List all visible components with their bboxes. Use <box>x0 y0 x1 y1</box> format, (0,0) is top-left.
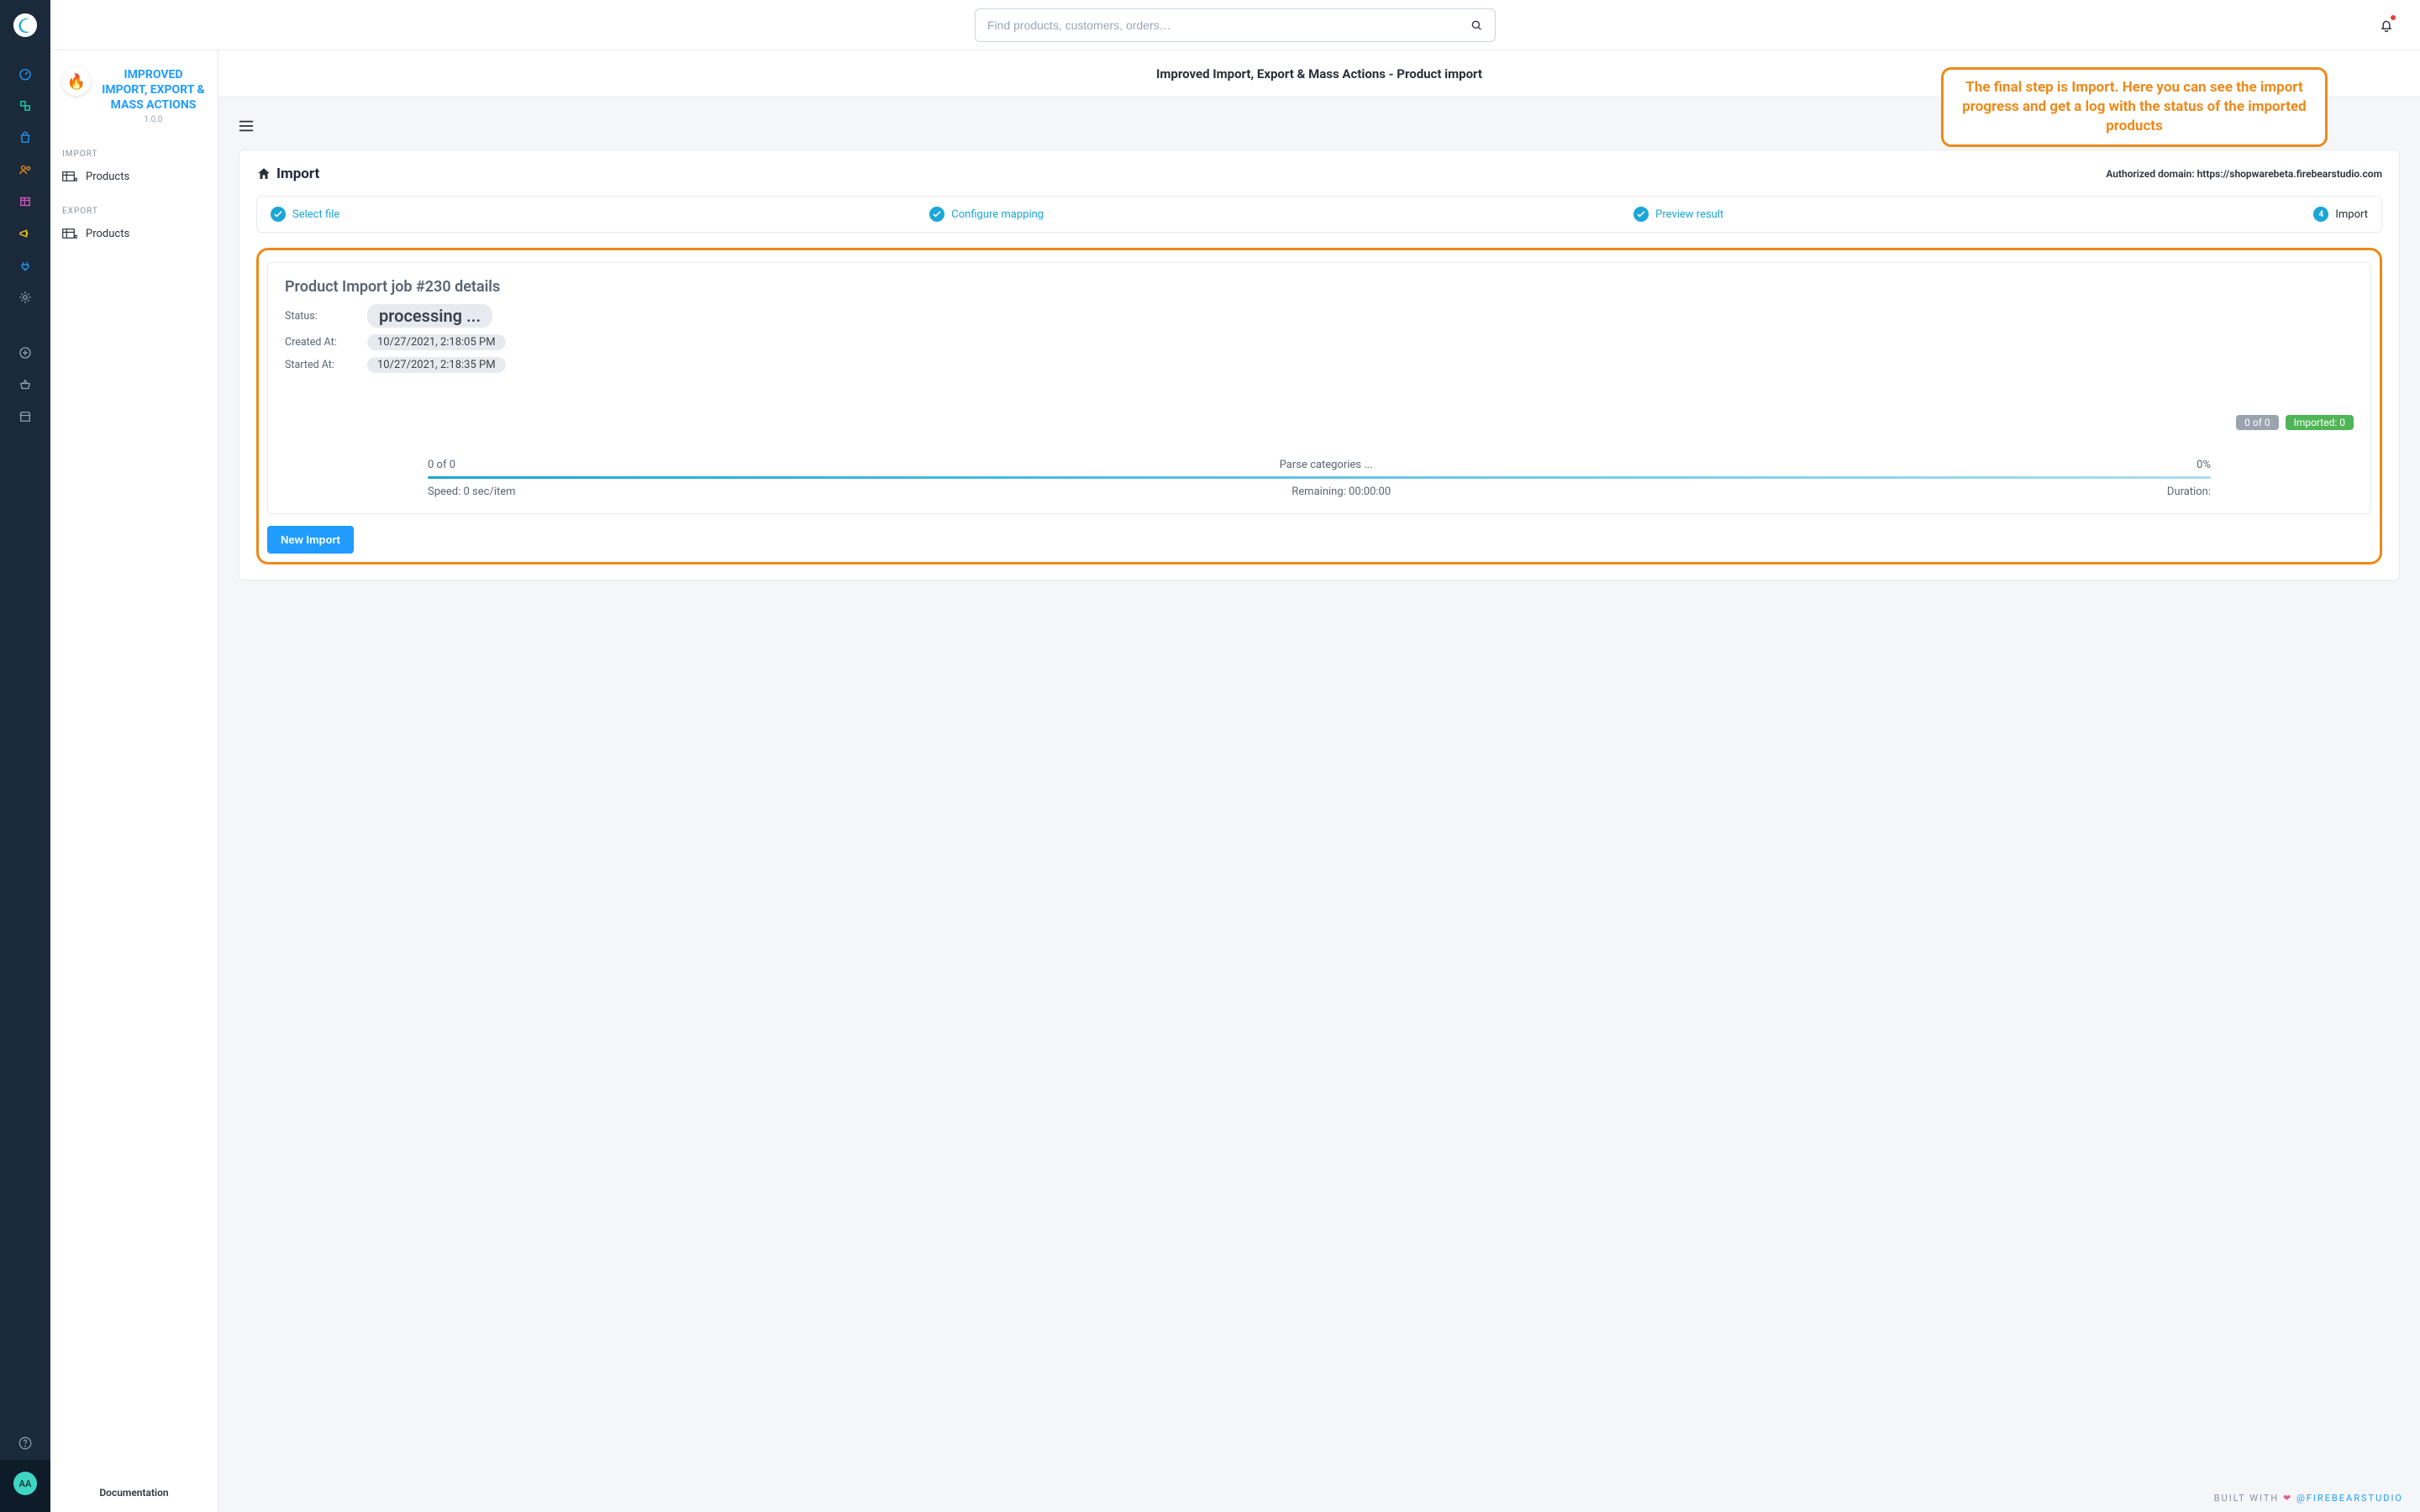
import-stepper: Select file Configure mapping Preview re… <box>256 196 2382 233</box>
step-configure-mapping[interactable]: Configure mapping <box>929 207 1044 222</box>
sidebar-item-export-products[interactable]: Products <box>50 221 218 247</box>
count-chip: 0 of 0 <box>2236 415 2278 430</box>
step-number-badge: 4 <box>2313 207 2328 222</box>
progress-bar <box>428 476 2211 479</box>
help-icon[interactable] <box>0 1428 50 1458</box>
gauge-icon[interactable] <box>0 59 50 89</box>
users-icon[interactable] <box>0 155 50 185</box>
check-icon <box>1634 207 1649 222</box>
sidebar-item-label: Products <box>86 171 129 183</box>
bag-icon[interactable] <box>0 123 50 153</box>
tutorial-highlight: Product Import job #230 details Status: … <box>256 248 2382 564</box>
notifications-button[interactable] <box>2378 17 2395 34</box>
gear-icon[interactable] <box>0 282 50 312</box>
imported-chip: Imported: 0 <box>2286 415 2354 430</box>
module-logo: 🔥 <box>62 67 91 96</box>
content-icon[interactable] <box>0 186 50 217</box>
home-icon <box>256 166 271 181</box>
sidebar-section-export: EXPORT <box>50 190 218 221</box>
created-at-label: Created At: <box>285 336 360 349</box>
job-title: Product Import job #230 details <box>285 278 2354 296</box>
progress-percent: 0% <box>2196 459 2211 471</box>
step-label: Configure mapping <box>951 208 1044 221</box>
boxes-icon[interactable] <box>0 91 50 121</box>
main-content: Import Authorized domain: https://shopwa… <box>218 97 2420 1512</box>
created-at-value: 10/27/2021, 2:18:05 PM <box>367 334 506 350</box>
store-icon[interactable] <box>0 402 50 432</box>
tutorial-callout: The final step is Import. Here you can s… <box>1941 67 2328 147</box>
step-select-file[interactable]: Select file <box>271 207 339 222</box>
authorized-domain: Authorized domain: https://shopwarebeta.… <box>2106 168 2382 180</box>
page-title: Import <box>276 165 319 182</box>
plug-icon[interactable] <box>0 250 50 281</box>
progress-speed: Speed: 0 sec/item <box>428 486 516 498</box>
app-logo[interactable] <box>0 0 50 50</box>
notification-dot <box>2391 15 2396 20</box>
table-icon <box>62 171 77 182</box>
status-label: Status: <box>285 310 360 323</box>
started-at-value: 10/27/2021, 2:18:35 PM <box>367 357 506 373</box>
search-icon[interactable] <box>1470 18 1483 32</box>
progress-remaining: Remaining: 00:00:00 <box>1292 486 1391 498</box>
megaphone-icon[interactable] <box>0 218 50 249</box>
step-preview-result[interactable]: Preview result <box>1634 207 1723 222</box>
started-at-label: Started At: <box>285 359 360 371</box>
table-icon <box>62 228 77 239</box>
check-icon <box>929 207 944 222</box>
sidebar-item-import-products[interactable]: Products <box>50 164 218 190</box>
user-avatar[interactable]: AA <box>13 1472 37 1495</box>
sidebar-section-import: IMPORT <box>50 133 218 164</box>
documentation-link[interactable]: Documentation <box>50 1473 218 1512</box>
step-label: Preview result <box>1655 208 1723 221</box>
module-title: IMPROVED IMPORT, EXPORT & MASS ACTIONS <box>101 67 206 113</box>
step-label: Select file <box>292 208 339 221</box>
search-input[interactable] <box>987 18 1461 32</box>
sidebar-item-label: Products <box>86 228 129 240</box>
collapse-sidebar-button[interactable] <box>239 119 254 135</box>
progress-section: 0 of 0 Parse categories ... 0% Speed: 0 … <box>428 459 2211 498</box>
new-import-button[interactable]: New Import <box>267 526 354 554</box>
basket-icon[interactable] <box>0 370 50 400</box>
top-bar <box>50 0 2420 50</box>
step-label: Import <box>2335 208 2368 221</box>
firebear-link[interactable]: @FIREBEARSTUDIO <box>2296 1493 2403 1504</box>
import-job-card: Product Import job #230 details Status: … <box>267 262 2371 514</box>
module-sidebar: 🔥 IMPROVED IMPORT, EXPORT & MASS ACTIONS… <box>50 50 218 1512</box>
nav-rail: AA <box>0 0 50 1512</box>
status-badge: processing ... <box>367 304 492 328</box>
breadcrumb-text: Improved Import, Export & Mass Actions -… <box>1156 66 1482 81</box>
progress-duration: Duration: <box>2167 486 2211 498</box>
step-import[interactable]: 4 Import <box>2313 207 2368 222</box>
global-search[interactable] <box>975 8 1496 42</box>
heart-icon: ❤ <box>2283 1493 2292 1504</box>
built-with-footer: BUILT WITH ❤ @FIREBEARSTUDIO <box>2214 1493 2403 1504</box>
module-version: 1.0.0 <box>101 115 206 124</box>
plus-circle-icon[interactable] <box>0 338 50 368</box>
progress-phase: Parse categories ... <box>1280 459 1373 471</box>
progress-count: 0 of 0 <box>428 459 455 471</box>
check-icon <box>271 207 286 222</box>
